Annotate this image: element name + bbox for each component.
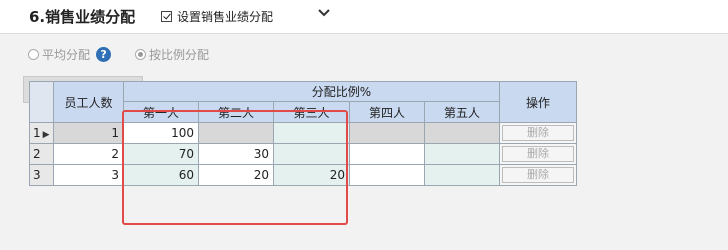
row-index: 1 bbox=[33, 126, 41, 140]
row-header[interactable]: 1 ▶ bbox=[29, 122, 54, 144]
delete-button[interactable]: 删除 bbox=[502, 167, 574, 183]
row-index: 2 bbox=[33, 147, 41, 161]
actions-cell: 删除 bbox=[499, 164, 577, 186]
ratio-cell[interactable]: 20 bbox=[273, 164, 350, 186]
table-row: 2 2 70 30 删除 bbox=[29, 143, 577, 165]
employee-count-cell: 1 bbox=[53, 122, 124, 144]
table-row: 1 ▶ 1 100 删除 bbox=[29, 122, 577, 144]
header-employee-count: 员工人数 bbox=[53, 81, 124, 123]
ratio-cell bbox=[424, 122, 500, 144]
enable-distribution-label: 设置销售业绩分配 bbox=[177, 10, 274, 24]
ratio-cell bbox=[198, 122, 274, 144]
ratio-cell bbox=[424, 143, 500, 165]
grid-corner bbox=[29, 81, 54, 123]
distribution-grid: 员工人数 分配比例% 操作 第一人 第二人 第三人 第四人 第五人 1 ▶ 1 1… bbox=[29, 81, 577, 186]
header-person-4: 第四人 bbox=[349, 101, 425, 123]
distribution-options: 平均分配 ? 按比例分配 bbox=[28, 46, 209, 63]
actions-cell: 删除 bbox=[499, 122, 577, 144]
delete-button[interactable]: 删除 bbox=[502, 125, 574, 141]
ratio-cell[interactable]: 100 bbox=[123, 122, 199, 144]
ratio-cell[interactable]: 70 bbox=[123, 143, 199, 165]
row-header[interactable]: 3 bbox=[29, 164, 54, 186]
header-person-5: 第五人 bbox=[424, 101, 500, 123]
ratio-cell bbox=[349, 122, 425, 144]
employee-count-cell: 3 bbox=[53, 164, 124, 186]
header-actions: 操作 bbox=[499, 81, 577, 123]
row-header[interactable]: 2 bbox=[29, 143, 54, 165]
delete-button[interactable]: 删除 bbox=[502, 146, 574, 162]
ratio-cell bbox=[349, 164, 425, 186]
employee-count-cell: 2 bbox=[53, 143, 124, 165]
checkbox-checked-icon[interactable] bbox=[161, 11, 172, 22]
row-index: 3 bbox=[33, 168, 41, 182]
header-person-2: 第二人 bbox=[198, 101, 274, 123]
radio-average-label: 平均分配 bbox=[42, 48, 91, 62]
header-person-1: 第一人 bbox=[123, 101, 199, 123]
ratio-cell[interactable]: 20 bbox=[198, 164, 274, 186]
table-row: 3 3 60 20 20 删除 bbox=[29, 164, 577, 186]
ratio-cell bbox=[273, 143, 350, 165]
actions-cell: 删除 bbox=[499, 143, 577, 165]
ratio-cell bbox=[273, 122, 350, 144]
radio-average[interactable] bbox=[28, 49, 39, 60]
enable-distribution-checkbox[interactable]: 设置销售业绩分配 bbox=[161, 8, 273, 25]
ratio-cell bbox=[424, 164, 500, 186]
ratio-cell bbox=[349, 143, 425, 165]
ratio-cell[interactable]: 60 bbox=[123, 164, 199, 186]
ratio-cell[interactable]: 30 bbox=[198, 143, 274, 165]
section-header: 6.销售业绩分配 设置销售业绩分配 bbox=[0, 0, 728, 34]
header-person-3: 第三人 bbox=[273, 101, 350, 123]
section-title: 6.销售业绩分配 bbox=[29, 8, 136, 26]
header-ratio-group: 分配比例% bbox=[123, 81, 500, 102]
current-row-arrow-icon: ▶ bbox=[42, 130, 50, 140]
help-icon[interactable]: ? bbox=[96, 47, 112, 62]
chevron-down-icon[interactable] bbox=[316, 6, 332, 20]
radio-proportional[interactable] bbox=[135, 49, 147, 60]
radio-proportional-label: 按比例分配 bbox=[149, 48, 210, 62]
